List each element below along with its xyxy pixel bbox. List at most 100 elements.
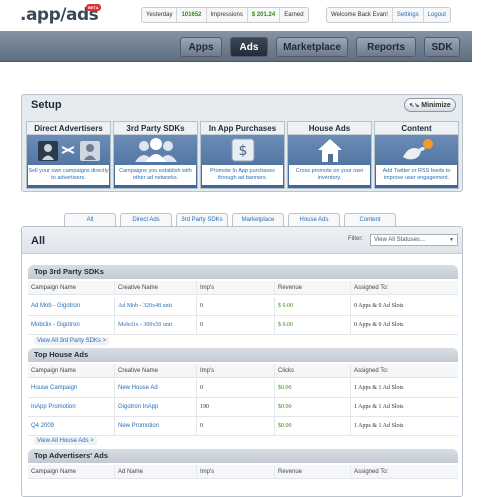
col-imps: Imp's (196, 465, 274, 478)
card-desc: Campaigns you establish with other ad ne… (115, 165, 196, 185)
creative-link[interactable]: New House Ad (114, 379, 196, 397)
imps-value: 0 (196, 379, 274, 397)
setup-panel: Setup ↖↘ Minimize Direct Advertisers Sel… (21, 94, 463, 192)
clicks-value: $0.00 (274, 379, 350, 397)
col-campaign: Campaign Name (31, 468, 77, 475)
col-ad-name: Ad Name (114, 465, 196, 478)
logout-link[interactable]: Logout (424, 8, 450, 22)
status-filter-value: View All Statuses... (374, 237, 425, 243)
card-title: Content (375, 122, 458, 135)
collapse-arrows-icon: ↖↘ (409, 102, 420, 109)
section-title-advertisers: Top Advertisers' Ads (28, 449, 458, 463)
col-assigned: Assigned To: (350, 281, 458, 294)
section-title-sdks: Top 3rd Party SDKs (28, 265, 458, 279)
col-imps: Imp's (196, 364, 274, 377)
creative-link[interactable]: New Promotion (114, 417, 196, 435)
col-clicks: Clicks (274, 364, 350, 377)
ads-panel: All Filter: View All Statuses... ▼ Top 3… (21, 226, 463, 497)
minimize-button[interactable]: ↖↘ Minimize (404, 98, 456, 112)
section-title-house-ads: Top House Ads (28, 348, 458, 362)
table-row[interactable]: InApp Promotion Gigotron InApp 190 $0.00… (28, 398, 458, 417)
nav-reports[interactable]: Reports (356, 37, 416, 57)
col-creative: Creative Name (114, 364, 196, 377)
view-all-sdks-link[interactable]: View All 3rd Party SDKs > (34, 337, 110, 345)
card-house-ads[interactable]: House Ads Cross promote on your own inve… (287, 121, 372, 189)
creative-link[interactable]: Ad Mob - 320x48 unit (114, 297, 196, 315)
tab-all[interactable]: All (64, 213, 116, 226)
nav-apps[interactable]: Apps (180, 37, 222, 57)
col-revenue: Revenue (274, 465, 350, 478)
assigned-value: 1 Apps & 1 Ad Slots (350, 398, 458, 416)
assigned-value: 1 Apps & 1 Ad Slots (350, 379, 458, 397)
card-desc: Promote In App purchases through ad bann… (202, 165, 283, 185)
table-row[interactable]: Mobclix - Gigotron Mobclix - 300x50 unit… (28, 316, 458, 335)
table-row[interactable]: Q4 2009 New Promotion 0 $0.00 1 Apps & 1… (28, 417, 458, 436)
card-title: Direct Advertisers (27, 122, 110, 135)
imps-value: 190 (196, 398, 274, 416)
col-imps: Imp's (196, 281, 274, 294)
col-revenue: Revenue (274, 281, 350, 294)
card-in-app-purchases[interactable]: In App Purchases $ Promote In App purcha… (200, 121, 285, 189)
campaign-link[interactable]: Mobclix - Gigotron (28, 316, 114, 334)
col-campaign: Campaign Name (31, 367, 77, 374)
beta-badge: BETA (86, 4, 101, 11)
settings-link[interactable]: Settings (393, 8, 424, 22)
col-campaign: Campaign Name (31, 284, 77, 291)
creative-link[interactable]: Gigotron InApp (114, 398, 196, 416)
svg-text:$: $ (238, 143, 247, 159)
impressions-value: 101652 (177, 8, 207, 22)
impressions-label: Impressions (207, 8, 248, 22)
revenue-value: $ 0.00 (274, 297, 350, 315)
bird-rss-icon (397, 135, 437, 165)
tab-direct-ads[interactable]: Direct Ads (120, 213, 172, 226)
nav-ads[interactable]: Ads (230, 37, 268, 57)
clicks-value: $0.00 (274, 417, 350, 435)
people-exchange-icon (34, 135, 104, 165)
card-direct-advertisers[interactable]: Direct Advertisers Sell your own campaig… (26, 121, 111, 189)
minimize-label: Minimize (421, 101, 451, 109)
table-row[interactable]: House Campaign New House Ad 0 $0.00 1 Ap… (28, 379, 458, 398)
top-bar: .app/ads BETA Yesterday 101652 Impressio… (0, 0, 490, 30)
assigned-value: 1 Apps & 1 Ad Slots (350, 417, 458, 435)
table-row[interactable]: Ad Mob - Gigotron Ad Mob - 320x48 unit 0… (28, 297, 458, 316)
assigned-value: 0 Apps & 0 Ad Slots (350, 316, 458, 334)
setup-title: Setup (31, 99, 62, 111)
filter-tabs: All Direct Ads 3rd Party SDKs Marketplac… (64, 213, 396, 226)
card-title: House Ads (288, 122, 371, 135)
campaign-link[interactable]: Ad Mob - Gigotron (28, 297, 114, 315)
stats-period: Yesterday (142, 8, 178, 22)
card-title: 3rd Party SDKs (114, 122, 197, 135)
house-icon (315, 135, 345, 165)
tab-marketplace[interactable]: Marketplace (232, 213, 284, 226)
table-header: Campaign Name Ad Name Imp's Revenue Assi… (28, 465, 458, 479)
campaign-link[interactable]: House Campaign (28, 379, 114, 397)
tab-content[interactable]: Content (344, 213, 396, 226)
card-3rd-party-sdks[interactable]: 3rd Party SDKs Campaigns you establish w… (113, 121, 198, 189)
imps-value: 0 (196, 316, 274, 334)
tab-3rd-party-sdks[interactable]: 3rd Party SDKs (176, 213, 228, 226)
campaign-link[interactable]: InApp Promotion (28, 398, 114, 416)
card-content[interactable]: Content Add Twitter or RSS feeds to impr… (374, 121, 459, 189)
col-assigned: Assigned To: (350, 465, 458, 478)
chevron-down-icon: ▼ (449, 237, 454, 243)
imps-value: 0 (196, 297, 274, 315)
revenue-value: $ 0.00 (274, 316, 350, 334)
stats-summary: Yesterday 101652 Impressions $ 201.24 Ea… (141, 7, 309, 23)
card-title: In App Purchases (201, 122, 284, 135)
main-nav: Apps Ads Marketplace Reports SDK (0, 31, 472, 62)
nav-sdk[interactable]: SDK (424, 37, 460, 57)
panel-title: All (31, 235, 46, 247)
table-header: Campaign Name Creative Name Imp's Clicks… (28, 364, 458, 378)
group-icon (126, 135, 186, 165)
nav-marketplace[interactable]: Marketplace (276, 37, 348, 57)
filter-label: Filter: (348, 236, 363, 242)
table-header: Campaign Name Creative Name Imp's Revenu… (28, 281, 458, 295)
campaign-link[interactable]: Q4 2009 (28, 417, 114, 435)
welcome-text: Welcome Back Evan! (327, 8, 393, 22)
creative-link[interactable]: Mobclix - 300x50 unit (114, 316, 196, 334)
tab-house-ads[interactable]: House Ads (288, 213, 340, 226)
view-all-house-ads-link[interactable]: View All House Ads > (34, 437, 97, 445)
card-desc: Add Twitter or RSS feeds to improve user… (376, 165, 457, 185)
status-filter-select[interactable]: View All Statuses... ▼ (370, 234, 458, 246)
col-assigned: Assigned To: (350, 364, 458, 377)
